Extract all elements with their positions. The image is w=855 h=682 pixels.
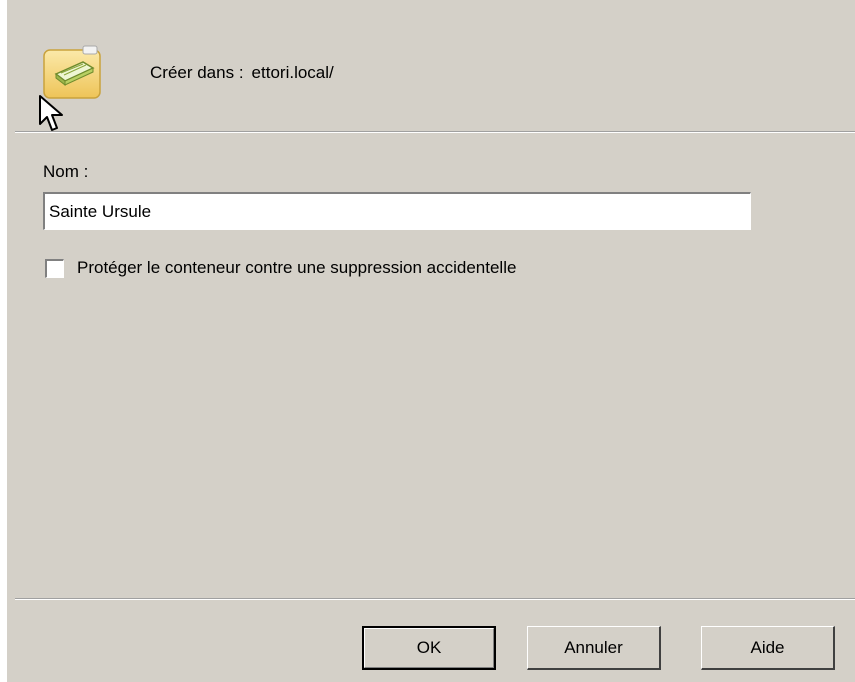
mouse-pointer-icon [39,95,63,131]
cancel-button[interactable]: Annuler [527,626,661,670]
header-separator [15,131,855,133]
create-in-path: ettori.local/ [251,63,334,82]
name-label: Nom : [43,162,89,181]
new-organizational-unit-dialog: Créer dans : ettori.local/ Nom : Protéger… [7,0,855,682]
ok-button[interactable]: OK [362,626,496,670]
protect-from-deletion-checkbox[interactable] [45,258,64,278]
footer-separator [15,598,855,600]
organizational-unit-folder-icon [43,45,101,99]
protect-from-deletion-option[interactable]: Protéger le conteneur contre une suppres… [45,258,516,278]
protect-from-deletion-label[interactable]: Protéger le conteneur contre une suppres… [77,258,516,278]
create-in-location: Créer dans : ettori.local/ [150,63,334,83]
help-button[interactable]: Aide [701,626,835,670]
create-in-label: Créer dans : [150,63,244,82]
name-input[interactable] [43,192,751,230]
